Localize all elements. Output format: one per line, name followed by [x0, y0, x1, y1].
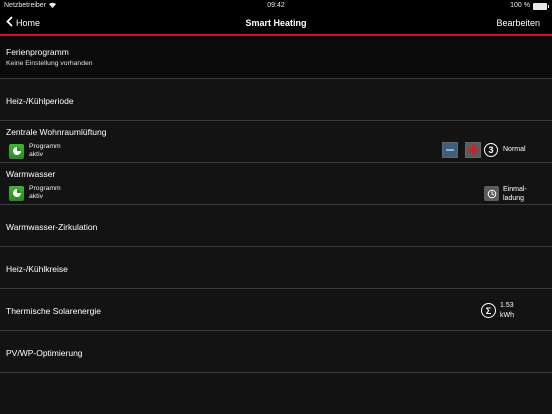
list-item-solar-energy[interactable]: Thermische Solarenergie Σ 1.53 kWh [0, 289, 552, 331]
solar-title: Thermische Solarenergie [6, 306, 101, 316]
one-time-charge-label-line1: Einmal- [503, 186, 527, 193]
list-item-hot-water[interactable]: Warmwasser Programm aktiv Einmal- ladung [0, 163, 552, 205]
circuits-title: Heiz-/Kühlkreise [6, 264, 68, 274]
settings-list: Ferienprogramm Keine Einstellung vorhand… [0, 36, 552, 373]
ventilation-level-label: Normal [503, 146, 526, 153]
one-time-charge-icon[interactable] [484, 186, 499, 201]
list-item-hot-water-circulation[interactable]: Warmwasser-Zirkulation [0, 205, 552, 247]
holiday-title: Ferienprogramm [6, 47, 69, 57]
list-item-holiday-program[interactable]: Ferienprogramm Keine Einstellung vorhand… [0, 36, 552, 79]
ventilation-level-indicator: 3 [484, 143, 498, 157]
navigation-bar: Home Smart Heating Bearbeiten [0, 12, 552, 36]
decrease-level-button[interactable] [442, 142, 458, 158]
list-item-ventilation[interactable]: Zentrale Wohnraumlüftung Programm aktiv … [0, 121, 552, 163]
solar-energy-value: 1.53 [500, 302, 514, 309]
battery-icon [533, 3, 549, 10]
hot-water-program-status: Programm aktiv [9, 185, 61, 201]
one-time-charge-label-line2: ladung [503, 195, 525, 202]
ventilation-title: Zentrale Wohnraumlüftung [6, 127, 107, 137]
circulation-title: Warmwasser-Zirkulation [6, 222, 98, 232]
hot-water-program-state: aktiv [29, 193, 43, 200]
list-item-pv-optimization[interactable]: PV/WP-Optimierung [0, 331, 552, 373]
sigma-icon: Σ [481, 303, 496, 318]
heat-cool-period-title: Heiz-/Kühlperiode [6, 96, 74, 106]
status-bar: Netzbetreiber 09:42 100 % [0, 0, 552, 12]
solar-energy-unit: kWh [500, 312, 514, 319]
ventilation-program-label: Programm [29, 143, 61, 150]
program-active-icon [9, 143, 24, 159]
pv-title: PV/WP-Optimierung [6, 348, 83, 358]
program-active-icon [9, 185, 24, 201]
increase-level-button[interactable] [465, 142, 481, 158]
battery-percent: 100 % [510, 2, 530, 9]
ventilation-program-status: Programm aktiv [9, 143, 61, 159]
holiday-subtitle: Keine Einstellung vorhanden [6, 60, 93, 67]
page-title: Smart Heating [245, 18, 307, 28]
clock: 09:42 [267, 2, 285, 9]
hot-water-title: Warmwasser [6, 169, 56, 179]
list-item-heat-cool-period[interactable]: Heiz-/Kühlperiode [0, 79, 552, 121]
ventilation-program-state: aktiv [29, 151, 43, 158]
list-item-heating-cooling-circuits[interactable]: Heiz-/Kühlkreise [0, 247, 552, 289]
edit-button[interactable]: Bearbeiten [496, 18, 540, 28]
hot-water-program-label: Programm [29, 185, 61, 192]
